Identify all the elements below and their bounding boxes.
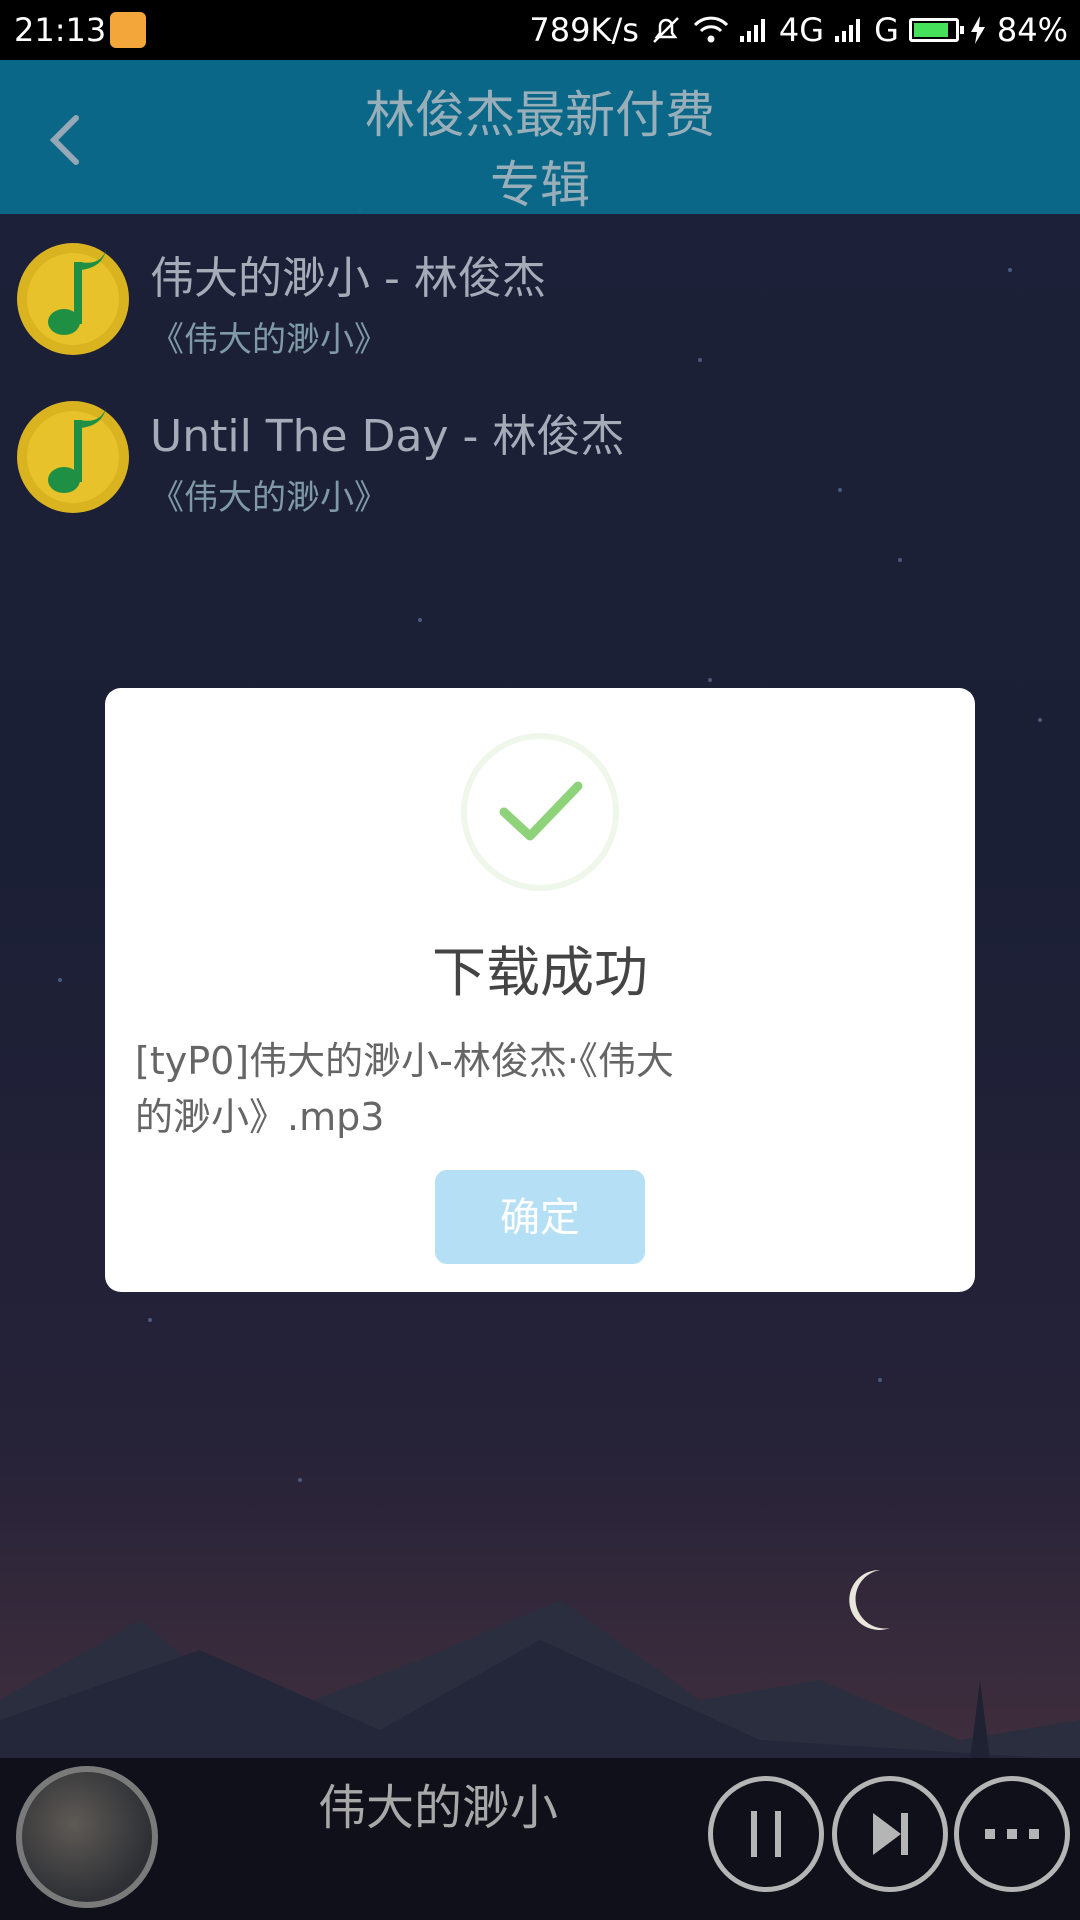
pause-icon <box>751 1811 781 1857</box>
song-list-item[interactable]: 伟大的渺小 - 林俊杰 《伟大的渺小》 <box>0 220 1080 370</box>
network-type-2: G <box>874 11 899 49</box>
status-right: 789K/s 4G G 84% <box>529 0 1068 60</box>
now-playing-title: 伟大的渺小 <box>318 1780 559 1836</box>
status-time: 21:13 <box>14 11 107 49</box>
dialog-message: [tyP0]伟大的渺小-林俊杰·《伟大的渺小》.mp3 <box>135 1039 674 1139</box>
battery-icon <box>908 18 964 42</box>
charging-icon <box>970 16 985 44</box>
page-title: 林俊杰最新付费 专辑 <box>0 80 1080 220</box>
song-title: Until The Day - 林俊杰 <box>150 411 625 462</box>
pause-button[interactable] <box>708 1776 824 1892</box>
bottom-player: 伟大的渺小 <box>0 1758 1080 1920</box>
more-icon <box>985 1829 1039 1839</box>
download-success-dialog: 下载成功 [tyP0]伟大的渺小-林俊杰·《伟大的渺小》.mp3 确定 <box>105 688 975 1292</box>
status-bar: 21:13 789K/s 4G G 84% <box>0 0 1080 60</box>
confirm-button[interactable]: 确定 <box>435 1170 645 1264</box>
net-speed: 789K/s <box>529 11 639 49</box>
network-type-1: 4G <box>778 11 825 49</box>
more-button[interactable] <box>954 1776 1070 1892</box>
song-album: 《伟大的渺小》 <box>150 320 388 360</box>
mute-bell-icon <box>653 17 679 43</box>
music-note-icon <box>17 401 129 513</box>
app-icon <box>110 12 146 48</box>
album-cover[interactable] <box>16 1766 158 1908</box>
music-note-icon <box>17 243 129 355</box>
song-list-item[interactable]: Until The Day - 林俊杰 《伟大的渺小》 <box>0 378 1080 528</box>
signal-icon <box>835 19 861 42</box>
song-title: 伟大的渺小 - 林俊杰 <box>150 253 546 304</box>
page-title-line2: 专辑 <box>490 156 590 214</box>
signal-icon <box>739 19 765 42</box>
app-header: 林俊杰最新付费 专辑 <box>0 60 1080 214</box>
wifi-icon <box>693 16 729 43</box>
next-button[interactable] <box>832 1776 948 1892</box>
battery-percent: 84% <box>996 11 1068 49</box>
song-album: 《伟大的渺小》 <box>150 478 388 518</box>
next-icon <box>873 1813 908 1855</box>
dialog-title: 下载成功 <box>432 941 648 1004</box>
page-title-line1: 林俊杰最新付费 <box>365 86 715 144</box>
check-icon <box>461 733 619 891</box>
